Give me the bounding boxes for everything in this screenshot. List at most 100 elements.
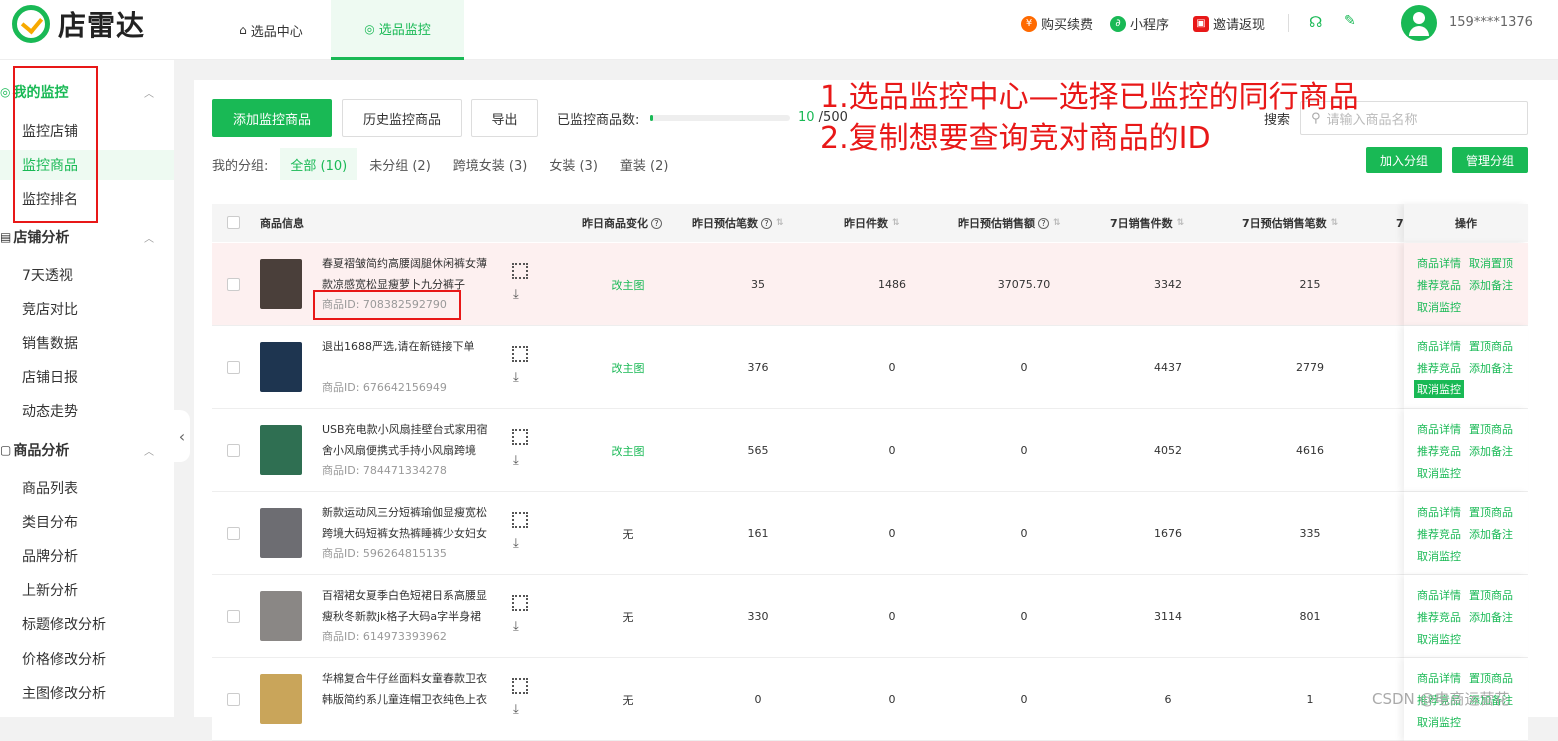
product-detail-link[interactable]: 商品详情 (1417, 504, 1461, 520)
col-7d-orders[interactable]: 7日预估销售笔数 ⇅ (1242, 204, 1338, 242)
nav-tab-selection-center[interactable]: ⌂ 选品中心 (212, 0, 330, 60)
pin-link[interactable]: 置顶商品 (1469, 670, 1513, 686)
sidebar-item-compare[interactable]: 竞店对比 (0, 294, 174, 324)
group-tab-all[interactable]: 全部 (10) (280, 148, 358, 180)
recommend-competitor-link[interactable]: 推荐竞品 (1417, 443, 1461, 459)
manage-group-button[interactable]: 管理分组 (1452, 147, 1528, 173)
invite-cashback-link[interactable]: ▣ 邀请返现 (1193, 14, 1265, 33)
avatar[interactable] (1401, 5, 1437, 41)
product-detail-link[interactable]: 商品详情 (1417, 421, 1461, 437)
unmonitor-link[interactable]: 取消监控 (1417, 548, 1461, 564)
add-note-link[interactable]: 添加备注 (1469, 443, 1513, 459)
sidebar-section-product-analysis[interactable]: ▢ 商品分析 ︿ (0, 435, 174, 465)
add-monitor-product-button[interactable]: 添加监控商品 (212, 99, 332, 137)
select-all-checkbox[interactable] (227, 216, 240, 229)
product-thumbnail[interactable] (260, 259, 302, 309)
qrcode-icon[interactable] (512, 595, 528, 611)
col-y-sales[interactable]: 昨日预估销售额? ⇅ (958, 204, 1061, 242)
sidebar-section-store-analysis[interactable]: ▤ 店铺分析 ︿ (0, 222, 174, 252)
unmonitor-link[interactable]: 取消监控 (1417, 714, 1461, 730)
user-phone[interactable]: 159****1376 (1449, 15, 1533, 30)
mini-program-link[interactable]: ∂ 小程序 (1110, 14, 1169, 33)
product-title[interactable]: 春夏褶皱简约高腰阔腿休闲裤女薄款凉感宽松显瘦萝卜九分裤子 (322, 253, 497, 295)
product-detail-link[interactable]: 商品详情 (1417, 587, 1461, 603)
pin-link[interactable]: 置顶商品 (1469, 338, 1513, 354)
col-y-units[interactable]: 昨日件数 ⇅ (844, 204, 900, 242)
qrcode-icon[interactable] (512, 429, 528, 445)
unmonitor-link[interactable]: 取消监控 (1417, 465, 1461, 481)
qrcode-icon[interactable] (512, 263, 528, 279)
export-button[interactable]: 导出 (471, 99, 538, 137)
sidebar-item-category[interactable]: 类目分布 (0, 507, 174, 537)
group-tab-ungrouped[interactable]: 未分组 (2) (359, 148, 441, 180)
product-title[interactable]: USB充电款小风扇挂壁台式家用宿舍小风扇便携式手持小风扇跨境 (322, 419, 497, 461)
sidebar-item-title-change[interactable]: 标题修改分析 (0, 609, 174, 639)
sidebar-item-new[interactable]: 上新分析 (0, 575, 174, 605)
download-icon[interactable]: ⤓ (513, 287, 519, 302)
product-title[interactable]: 新款运动风三分短裤瑜伽显瘦宽松跨境大码短裤女热裤睡裤少女妇女 (322, 502, 497, 544)
headset-icon[interactable]: ☊ (1309, 13, 1322, 31)
product-detail-link[interactable]: 商品详情 (1417, 255, 1461, 271)
product-title[interactable]: 华棉复合牛仔丝面料女童春款卫衣韩版简约系儿童连帽卫衣纯色上衣 (322, 668, 497, 710)
download-icon[interactable]: ⤓ (513, 370, 519, 385)
unmonitor-link[interactable]: 取消监控 (1414, 380, 1464, 398)
product-thumbnail[interactable] (260, 508, 302, 558)
sidebar-item-7day[interactable]: 7天透视 (0, 260, 174, 290)
unmonitor-link[interactable]: 取消监控 (1417, 631, 1461, 647)
recommend-competitor-link[interactable]: 推荐竞品 (1417, 526, 1461, 542)
download-icon[interactable]: ⤓ (513, 453, 519, 468)
pin-link[interactable]: 置顶商品 (1469, 587, 1513, 603)
product-thumbnail[interactable] (260, 342, 302, 392)
row-checkbox[interactable] (227, 278, 240, 291)
nav-tab-selection-monitor[interactable]: ◎ 选品监控 (331, 0, 464, 60)
add-note-link[interactable]: 添加备注 (1469, 360, 1513, 376)
download-icon[interactable]: ⤓ (513, 702, 519, 717)
sidebar-item-image-change[interactable]: 主图修改分析 (0, 678, 174, 708)
product-title[interactable]: 退出1688严选,请在新链接下单 (322, 336, 497, 378)
row-checkbox[interactable] (227, 361, 240, 374)
qrcode-icon[interactable] (512, 346, 528, 362)
row-checkbox[interactable] (227, 610, 240, 623)
pin-link[interactable]: 置顶商品 (1469, 504, 1513, 520)
group-tab-crossborder[interactable]: 跨境女装 (3) (443, 148, 538, 180)
logo-text: 店雷达 (58, 9, 146, 42)
sidebar-item-sales[interactable]: 销售数据 (0, 328, 174, 358)
row-checkbox[interactable] (227, 527, 240, 540)
recommend-competitor-link[interactable]: 推荐竞品 (1417, 609, 1461, 625)
product-title[interactable]: 百褶裙女夏季白色短裙日系高腰显瘦秋冬新款jk格子大码a字半身裙 (322, 585, 497, 627)
product-thumbnail[interactable] (260, 591, 302, 641)
logo[interactable]: 店雷达 (12, 4, 145, 44)
product-thumbnail[interactable] (260, 425, 302, 475)
col-7d-units[interactable]: 7日销售件数 ⇅ (1110, 204, 1184, 242)
sidebar-item-daily[interactable]: 店铺日报 (0, 362, 174, 392)
collapse-sidebar-button[interactable]: ‹ (174, 410, 190, 462)
product-detail-link[interactable]: 商品详情 (1417, 338, 1461, 354)
add-note-link[interactable]: 添加备注 (1469, 609, 1513, 625)
product-detail-link[interactable]: 商品详情 (1417, 670, 1461, 686)
sidebar-item-price-change[interactable]: 价格修改分析 (0, 644, 174, 674)
add-to-group-button[interactable]: 加入分组 (1366, 147, 1442, 173)
add-note-link[interactable]: 添加备注 (1469, 526, 1513, 542)
edit-icon[interactable]: ✎ (1344, 13, 1356, 29)
group-tab-kids[interactable]: 童装 (2) (610, 148, 679, 180)
col-change[interactable]: 昨日商品变化? (582, 204, 662, 242)
group-tab-women[interactable]: 女装 (3) (539, 148, 608, 180)
sidebar-item-product-list[interactable]: 商品列表 (0, 473, 174, 503)
qrcode-icon[interactable] (512, 678, 528, 694)
recommend-competitor-link[interactable]: 推荐竞品 (1417, 360, 1461, 376)
download-icon[interactable]: ⤓ (513, 536, 519, 551)
sidebar-item-brand[interactable]: 品牌分析 (0, 541, 174, 571)
download-icon[interactable]: ⤓ (513, 619, 519, 634)
row-checkbox[interactable] (227, 444, 240, 457)
add-note-link[interactable]: 添加备注 (1469, 277, 1513, 293)
pin-link[interactable]: 置顶商品 (1469, 421, 1513, 437)
recommend-competitor-link[interactable]: 推荐竞品 (1417, 277, 1461, 293)
unpin-link[interactable]: 取消置顶 (1469, 255, 1513, 271)
unmonitor-link[interactable]: 取消监控 (1417, 299, 1461, 315)
row-checkbox[interactable] (227, 693, 240, 706)
sidebar-item-trend[interactable]: 动态走势 (0, 396, 174, 426)
buy-renew-link[interactable]: ¥ 购买续费 (1021, 14, 1093, 33)
qrcode-icon[interactable] (512, 512, 528, 528)
col-y-orders[interactable]: 昨日预估笔数? ⇅ (692, 204, 784, 242)
history-monitor-button[interactable]: 历史监控商品 (342, 99, 462, 137)
